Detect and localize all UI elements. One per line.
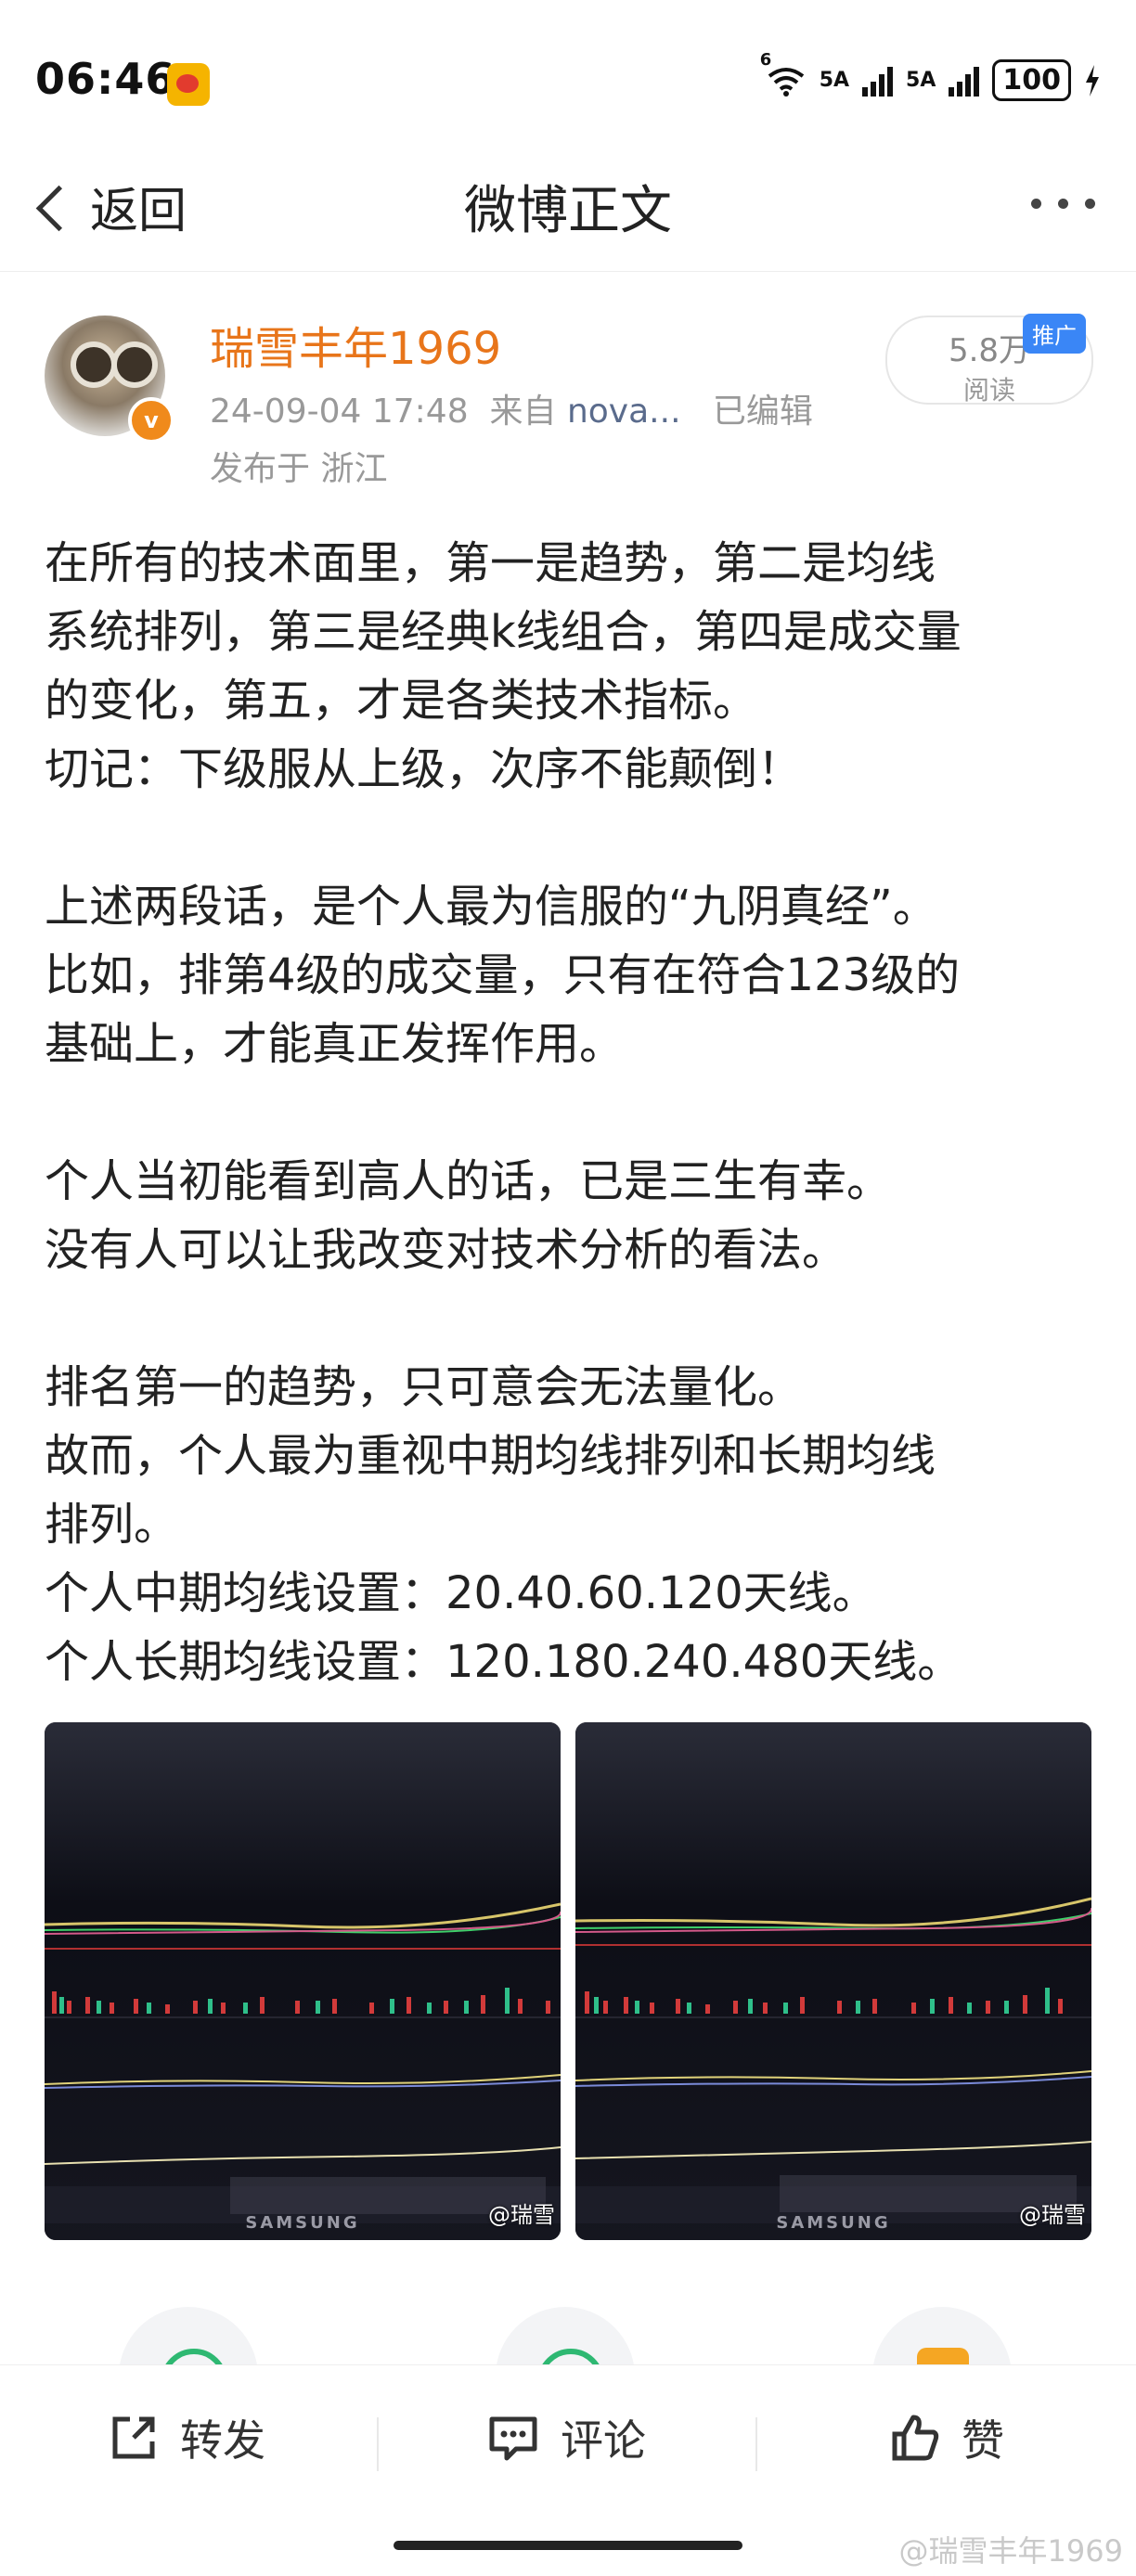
image-watermark: @瑞雪	[1019, 2202, 1086, 2228]
divider	[377, 2417, 379, 2471]
comment-label: 评论	[561, 2415, 646, 2466]
footer-watermark: @瑞雪丰年1969	[898, 2533, 1123, 2569]
post-image-2[interactable]: SAMSUNG @瑞雪	[575, 1722, 1091, 2240]
post-body: 在所有的技术面里，第一是趋势，第二是均线 系统排列，第三是经典k线组合，第四是成…	[45, 529, 1093, 1696]
like-button[interactable]: 赞	[889, 2410, 1004, 2466]
post-line: 个人中期均线设置：20.40.60.120天线。	[45, 1567, 877, 1619]
post-location: 发布于 浙江	[210, 450, 388, 488]
author-name[interactable]: 瑞雪丰年1969	[210, 312, 501, 377]
network-label-1: 6	[759, 50, 772, 70]
verified-badge-icon: v	[128, 397, 174, 444]
home-indicator[interactable]	[394, 2541, 742, 2550]
status-indicators: 6 5A 5A 100	[760, 50, 1101, 101]
more-dot-icon	[1085, 199, 1095, 209]
battery-indicator: 100	[992, 59, 1071, 101]
more-menu-button[interactable]	[1031, 199, 1095, 209]
stock-screen-photo	[45, 1722, 561, 2240]
post-line: 个人当初能看到高人的话，已是三生有幸。	[45, 1155, 892, 1207]
post-line: 基础上，才能真正发挥作用。	[45, 1018, 625, 1070]
promo-tag: 推广	[1023, 314, 1086, 354]
stock-screen-photo	[575, 1722, 1091, 2240]
post-line: 比如，排第4级的成交量，只有在符合123级的	[45, 949, 961, 1001]
comment-button[interactable]: 评论	[486, 2410, 646, 2466]
network-label-2: 5A	[819, 69, 850, 92]
charging-bolt-icon	[1086, 64, 1099, 97]
post-line: 系统排列，第三是经典k线组合，第四是成交量	[45, 606, 962, 658]
nav-bar: 返回 微博正文	[0, 139, 1136, 272]
post-line: 的变化，第五，才是各类技术指标。	[45, 675, 758, 727]
thumbs-up-icon	[892, 2415, 939, 2461]
like-label: 赞	[962, 2415, 1004, 2466]
share-icon	[112, 2416, 155, 2459]
avatar-owl-figure	[71, 341, 117, 388]
repost-button[interactable]: 转发	[108, 2410, 265, 2466]
status-time: 06:46	[35, 54, 176, 104]
post-line: 故而，个人最为重视中期均线排列和长期均线	[45, 1430, 936, 1482]
post-line: 切记：下级服从上级，次序不能颠倒！	[45, 743, 803, 795]
status-bar: 06:46 6 5A 5A 100	[0, 0, 1136, 139]
action-bar: 转发 评论 赞	[0, 2364, 1136, 2512]
comment-icon	[489, 2416, 537, 2461]
image-watermark: @瑞雪	[488, 2202, 555, 2228]
edited-label: 已编辑	[712, 393, 813, 431]
post-line: 排名第一的趋势，只可意会无法量化。	[45, 1361, 803, 1413]
page-title: 微博正文	[464, 181, 672, 241]
post-image-1[interactable]: SAMSUNG @瑞雪	[45, 1722, 561, 2240]
post-line: 排列。	[45, 1499, 179, 1551]
post-line: 在所有的技术面里，第一是趋势，第二是均线	[45, 537, 936, 589]
wifi-icon	[768, 67, 804, 97]
avatar-owl-figure	[111, 341, 158, 388]
monitor-brand-text: SAMSUNG	[776, 2213, 891, 2233]
signal-icon-2	[949, 65, 980, 97]
weibo-notification-icon	[167, 63, 210, 106]
post-meta: 24-09-04 17:48 来自 nova... 已编辑	[210, 384, 813, 432]
divider	[755, 2417, 757, 2471]
repost-label: 转发	[180, 2415, 265, 2466]
network-label-3: 5A	[906, 69, 936, 92]
post-line: 上述两段话，是个人最为信服的“九阴真经”。	[45, 881, 937, 933]
post-line: 个人长期均线设置：120.180.240.480天线。	[45, 1636, 962, 1688]
post-line: 没有人可以让我改变对技术分析的看法。	[45, 1224, 847, 1276]
more-dot-icon	[1031, 199, 1041, 209]
source-prefix: 来自	[489, 393, 557, 431]
monitor-brand-text: SAMSUNG	[245, 2213, 360, 2233]
post-time: 24-09-04 17:48	[210, 393, 469, 431]
more-dot-icon	[1058, 199, 1068, 209]
reads-label: 阅读	[962, 375, 1015, 406]
post-source-link[interactable]: nova...	[567, 393, 681, 431]
signal-icon	[862, 65, 894, 97]
